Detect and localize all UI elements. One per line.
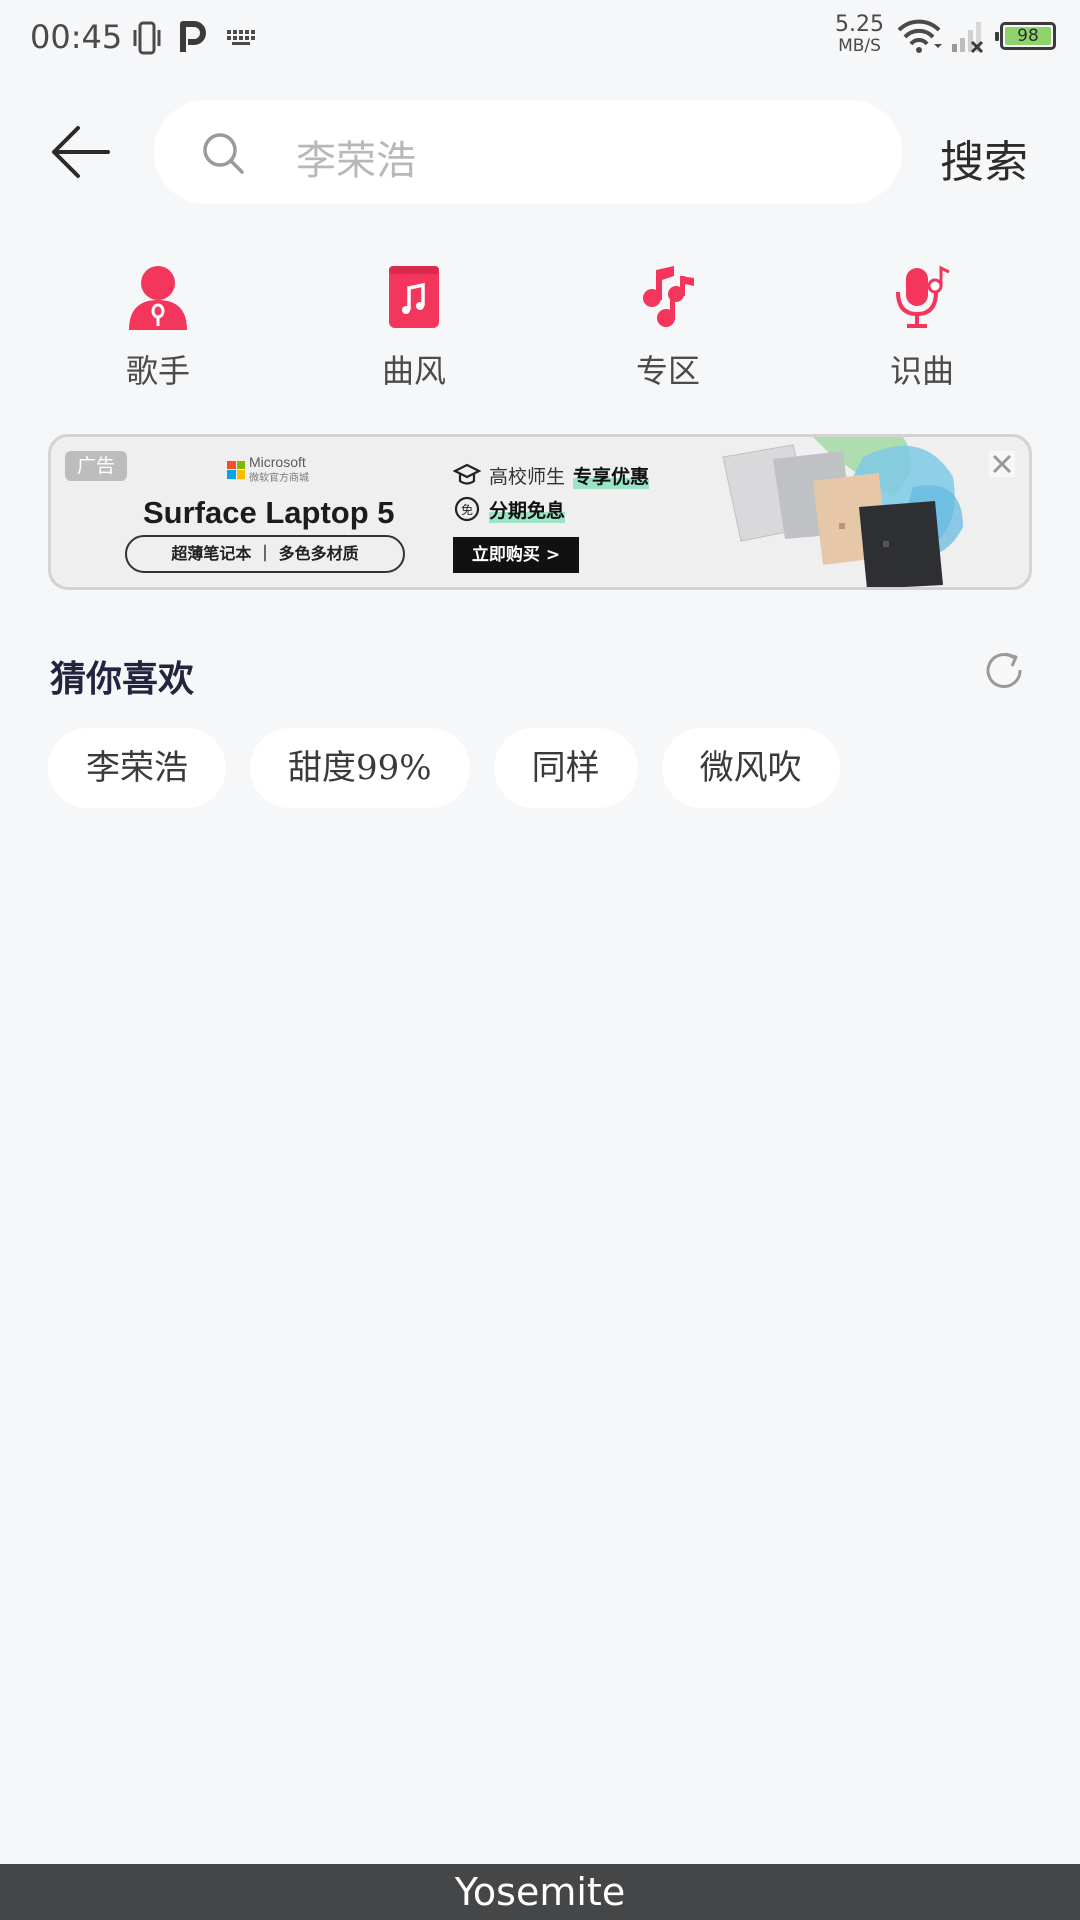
- net-speed-value: 5.25: [835, 12, 884, 37]
- category-label: 曲风: [381, 352, 446, 390]
- wifi-icon: [897, 19, 942, 53]
- keyboard-icon: [227, 30, 255, 45]
- category-row: 歌手 曲风 专区 识曲: [0, 258, 1080, 390]
- search-placeholder: 李荣浩: [296, 138, 416, 184]
- ad-brand-sub: 微软官方商城: [249, 473, 309, 484]
- category-zone[interactable]: 专区: [598, 258, 738, 392]
- category-label: 歌手: [125, 352, 190, 390]
- mic-note-icon: [896, 265, 950, 328]
- net-speed-unit: MB/S: [838, 36, 881, 56]
- ad-pill: 超薄笔记本 ｜ 多色多材质: [125, 535, 405, 573]
- category-singer[interactable]: 歌手: [88, 258, 228, 392]
- ad-line-1b: 专享优惠: [573, 461, 650, 489]
- battery-level: 98: [1005, 27, 1051, 45]
- search-button[interactable]: 搜索: [940, 126, 1028, 190]
- refresh-icon[interactable]: [980, 648, 1028, 696]
- ad-banner[interactable]: 广告 Microsoft 微软官方商城 Surface Laptop 5 超薄笔…: [48, 434, 1032, 590]
- search-input[interactable]: 李荣浩: [154, 100, 902, 204]
- microsoft-brand: Microsoft 微软官方商城: [227, 455, 309, 484]
- guess-tag[interactable]: 李荣浩: [48, 728, 226, 808]
- category-label: 识曲: [889, 352, 954, 390]
- ad-brand: Microsoft: [249, 454, 306, 470]
- laptop-image: [722, 437, 963, 587]
- free-badge-icon: 免: [454, 496, 480, 522]
- status-time: 00:45: [30, 18, 123, 56]
- guess-tag[interactable]: 同样: [493, 728, 638, 808]
- parking-p-icon: [180, 21, 206, 52]
- guess-tag[interactable]: 微风吹: [661, 728, 840, 808]
- ad-tag: 广告: [65, 451, 127, 481]
- singer-icon: [129, 266, 187, 330]
- guess-tag[interactable]: 甜度99%: [250, 728, 470, 808]
- guess-tag-list: 李荣浩 甜度99% 同样 微风吹: [48, 728, 840, 808]
- ad-line-1a: 高校师生: [489, 465, 566, 488]
- vibrate-icon: [133, 21, 161, 55]
- music-book-icon: [389, 266, 439, 328]
- back-arrow-icon[interactable]: [48, 122, 114, 182]
- search-icon: [203, 133, 244, 174]
- battery-icon: 98: [995, 22, 1056, 50]
- graduation-cap-icon: [453, 463, 481, 485]
- ad-line-2-text: 分期免息: [489, 495, 566, 523]
- ad-title: Surface Laptop 5: [143, 495, 395, 530]
- ad-line-2: 免 分期免息: [453, 495, 566, 523]
- category-genre[interactable]: 曲风: [344, 258, 484, 392]
- signal-icon: [952, 22, 984, 54]
- status-bar: 00:45 5.25 MB/S 98: [0, 0, 1080, 78]
- microsoft-logo-icon: [227, 460, 245, 479]
- ad-line-1: 高校师生 专享优惠: [453, 461, 650, 489]
- search-header: 李荣浩 搜索: [0, 100, 1080, 204]
- music-notes-icon: [643, 266, 694, 327]
- category-label: 专区: [635, 352, 700, 390]
- ad-close-icon[interactable]: [989, 451, 1015, 477]
- net-speed: 5.25 MB/S: [835, 14, 884, 55]
- guess-title: 猜你喜欢: [50, 658, 195, 700]
- category-recognize[interactable]: 识曲: [852, 258, 992, 392]
- ad-buy-button[interactable]: 立即购买 >: [453, 537, 579, 573]
- bottom-bar: Yosemite: [0, 1864, 1080, 1920]
- svg-text:免: 免: [461, 502, 473, 517]
